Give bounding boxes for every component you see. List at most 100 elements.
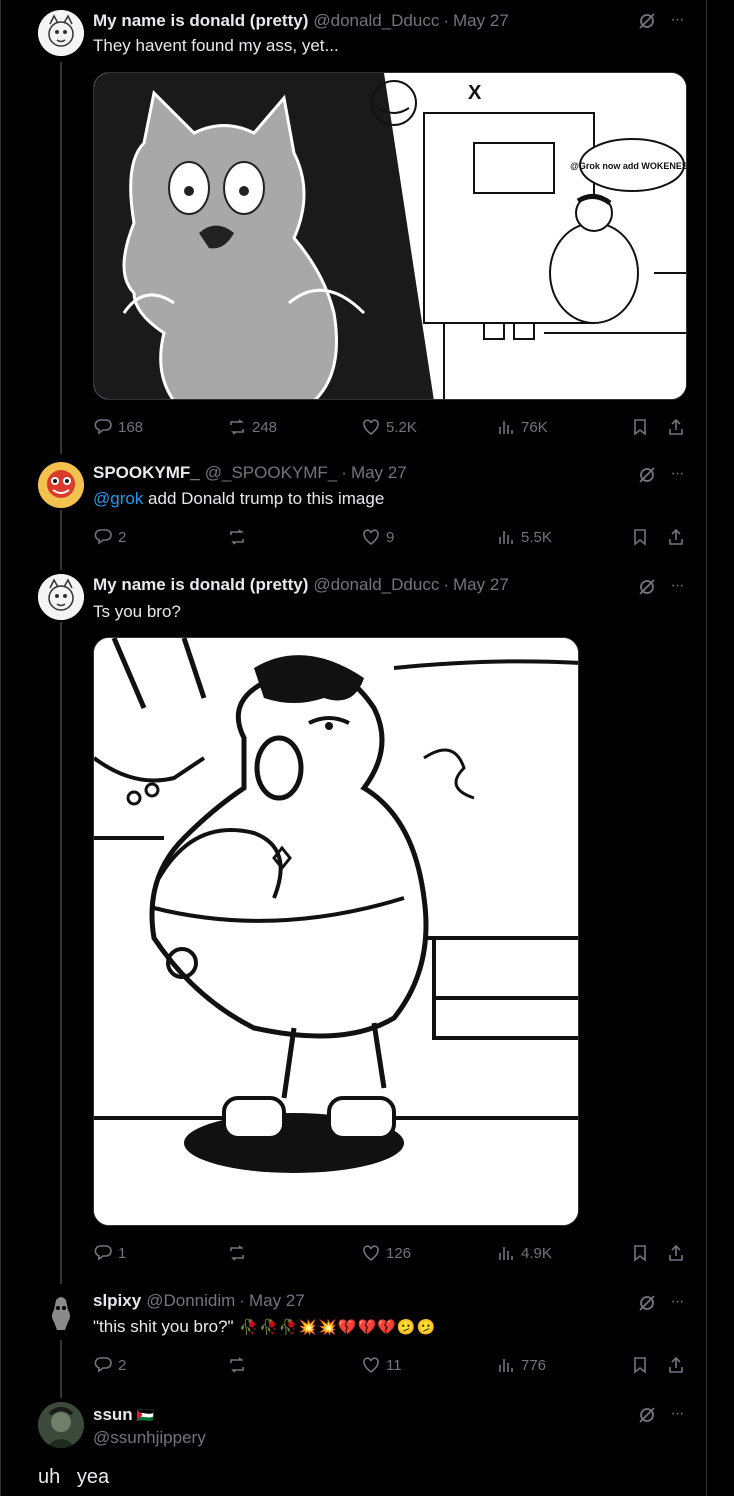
- repost-button[interactable]: [227, 1354, 252, 1376]
- share-button[interactable]: [666, 1242, 691, 1264]
- repost-button[interactable]: [227, 526, 252, 548]
- handle[interactable]: @_SPOOKYMF_: [205, 463, 338, 483]
- display-name[interactable]: ssun: [93, 1405, 133, 1425]
- bookmark-icon: [634, 1245, 646, 1262]
- like-button[interactable]: 126: [361, 1242, 411, 1264]
- views-icon: [499, 531, 513, 544]
- more-icon[interactable]: ···: [667, 1293, 687, 1313]
- emoji: 🫤: [396, 1319, 416, 1336]
- emoji: 💔: [357, 1319, 377, 1336]
- like-button[interactable]: 11: [361, 1354, 402, 1376]
- like-button[interactable]: 5.2K: [361, 416, 417, 438]
- share-icon: [669, 1244, 683, 1261]
- handle[interactable]: @ssunhjippery: [93, 1428, 206, 1448]
- tweet[interactable]: My name is donald (pretty) @donald_Dducc…: [0, 8, 706, 448]
- avatar[interactable]: [38, 574, 84, 620]
- emoji: 🥀: [239, 1319, 259, 1336]
- tweet-header: SPOOKYMF_ @_SPOOKYMF_ · May 27: [93, 463, 407, 483]
- avatar[interactable]: [38, 1290, 84, 1336]
- bookmark-button[interactable]: [630, 1354, 655, 1376]
- reply-button[interactable]: 2: [93, 1354, 126, 1376]
- tweet[interactable]: ssun 🇵🇸 @ssunhjippery ··· uh yea: [0, 1402, 706, 1496]
- share-icon: [669, 528, 683, 545]
- handle[interactable]: @Donnidim: [146, 1291, 235, 1311]
- more-icon[interactable]: ···: [667, 577, 687, 597]
- timestamp[interactable]: May 27: [351, 463, 407, 483]
- flag-emoji: 🇵🇸: [136, 1406, 155, 1423]
- more-icon[interactable]: ···: [667, 465, 687, 485]
- views-button[interactable]: 76K: [496, 416, 548, 438]
- reply-count: 1: [118, 1244, 127, 1262]
- more-icon[interactable]: ···: [667, 1405, 687, 1425]
- reply-icon: [94, 1357, 112, 1373]
- tweet-header: slpixy @Donnidim · May 27: [93, 1291, 305, 1311]
- timestamp[interactable]: May 27: [249, 1291, 305, 1311]
- grok-icon[interactable]: [637, 11, 657, 31]
- reply-icon: [94, 1245, 112, 1261]
- bookmark-button[interactable]: [630, 526, 655, 548]
- bookmark-button[interactable]: [630, 416, 655, 438]
- reply-count: 2: [118, 528, 127, 546]
- like-count: 5.2K: [386, 418, 417, 436]
- like-button[interactable]: 9: [361, 526, 394, 548]
- share-icon: [669, 418, 683, 435]
- share-button[interactable]: [666, 1354, 691, 1376]
- tweet[interactable]: My name is donald (pretty) @donald_Dducc…: [0, 574, 706, 1274]
- tweet[interactable]: slpixy @Donnidim · May 27 ··· "this shit…: [0, 1290, 706, 1390]
- display-name[interactable]: SPOOKYMF_: [93, 463, 200, 483]
- mention-link[interactable]: @grok: [93, 489, 143, 508]
- avatar[interactable]: [38, 10, 84, 56]
- tweet-actions: 168 248 5.2K 76K: [93, 416, 693, 438]
- emoji: 💥: [298, 1319, 318, 1336]
- repost-count: 248: [252, 418, 278, 436]
- display-name[interactable]: My name is donald (pretty): [93, 11, 308, 31]
- tweet-text: "this shit you bro?" 🥀🥀🥀💥💥💔💔💔🫤🫤: [93, 1317, 436, 1336]
- views-icon: [499, 1247, 513, 1260]
- display-name[interactable]: My name is donald (pretty): [93, 575, 308, 595]
- grok-icon[interactable]: [637, 577, 657, 597]
- bookmark-button[interactable]: [630, 1242, 655, 1264]
- like-icon: [363, 1245, 379, 1261]
- emoji: 💔: [377, 1319, 396, 1336]
- repost-icon: [230, 529, 244, 545]
- timestamp[interactable]: May 27: [453, 11, 509, 31]
- display-name[interactable]: slpixy: [93, 1291, 141, 1311]
- tweet-header: ssun 🇵🇸: [93, 1404, 154, 1426]
- avatar[interactable]: [38, 1402, 84, 1448]
- tweet-image[interactable]: X @Grok now add WOKENESS: [93, 72, 687, 400]
- reply-count: 168: [118, 418, 144, 436]
- repost-icon: [230, 1245, 244, 1261]
- emoji: 🫤: [416, 1319, 436, 1336]
- tweet-header: My name is donald (pretty) @donald_Dducc…: [93, 11, 509, 31]
- tweet-text: Ts you bro?: [93, 602, 181, 621]
- grok-icon[interactable]: [637, 1293, 657, 1313]
- repost-button[interactable]: 248: [227, 416, 277, 438]
- grok-icon[interactable]: [637, 1405, 657, 1425]
- reply-button[interactable]: 2: [93, 526, 126, 548]
- more-icon[interactable]: ···: [667, 11, 687, 31]
- timestamp[interactable]: May 27: [453, 575, 509, 595]
- speech-bubble-text: @Grok now add WOKENESS: [570, 161, 687, 171]
- views-button[interactable]: 776: [496, 1354, 546, 1376]
- tweet[interactable]: SPOOKYMF_ @_SPOOKYMF_ · May 27 ··· @grok…: [0, 462, 706, 562]
- handle[interactable]: @donald_Dducc: [313, 11, 439, 31]
- reply-button[interactable]: 1: [93, 1242, 126, 1264]
- views-button[interactable]: 4.9K: [496, 1242, 552, 1264]
- repost-button[interactable]: [227, 1242, 252, 1264]
- reply-icon: [94, 419, 112, 435]
- tweet-text: They havent found my ass, yet...: [93, 36, 339, 55]
- like-icon: [363, 529, 379, 545]
- views-button[interactable]: 5.5K: [496, 526, 552, 548]
- grok-icon[interactable]: [637, 465, 657, 485]
- tweet-actions: 2 11 776: [93, 1354, 693, 1376]
- share-button[interactable]: [666, 416, 691, 438]
- share-button[interactable]: [666, 526, 691, 548]
- handle[interactable]: @donald_Dducc: [313, 575, 439, 595]
- avatar[interactable]: [38, 462, 84, 508]
- like-count: 126: [386, 1244, 412, 1262]
- emoji: 🥀: [278, 1319, 298, 1336]
- tweet-image[interactable]: [93, 637, 579, 1226]
- like-icon: [363, 419, 379, 435]
- repost-icon: [230, 419, 244, 435]
- reply-button[interactable]: 168: [93, 416, 143, 438]
